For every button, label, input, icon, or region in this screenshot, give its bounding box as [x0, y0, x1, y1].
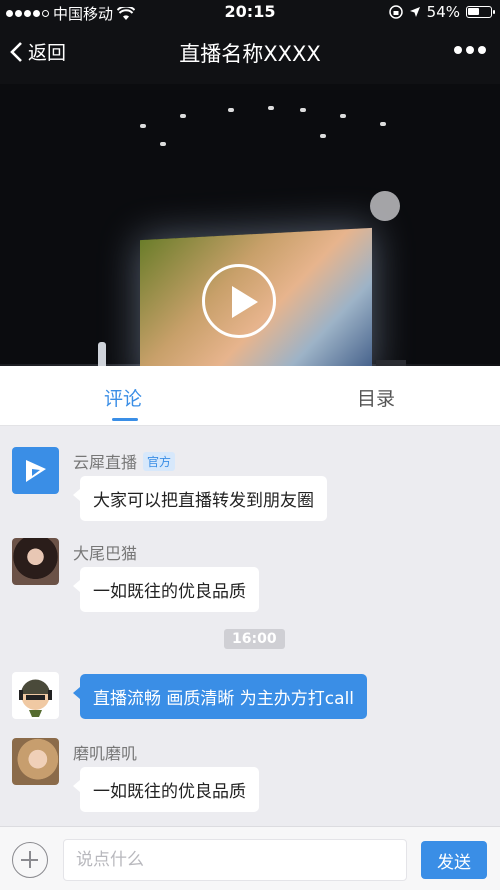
comment-input[interactable] — [63, 839, 407, 881]
more-dot-icon — [454, 46, 462, 54]
battery-icon — [466, 6, 495, 18]
active-tab-indicator — [112, 418, 138, 421]
comment-username: 大尾巴猫 — [73, 544, 138, 563]
yunxi-logo-icon — [26, 460, 46, 482]
soldier-avatar-icon — [19, 679, 52, 717]
top-bar: 中国移动 20:15 54% 返回 直播名称XXXX — [0, 0, 500, 84]
location-arrow-icon — [409, 7, 420, 17]
tab-comments[interactable]: 评论 — [104, 384, 142, 411]
play-icon[interactable] — [202, 264, 276, 338]
page-title: 直播名称XXXX — [179, 42, 321, 66]
add-icon[interactable] — [12, 842, 48, 878]
tab-catalog[interactable]: 目录 — [357, 384, 395, 411]
official-badge: 官方 — [143, 451, 176, 471]
floating-control-dot[interactable] — [370, 191, 400, 221]
battery-percent: 54% — [426, 3, 460, 21]
navigation-bar: 返回 直播名称XXXX — [0, 28, 500, 78]
avatar — [12, 672, 59, 719]
comment-input-bar: 发送 — [0, 826, 500, 890]
tab-bar: 评论 目录 — [0, 366, 500, 426]
rotation-lock-icon — [388, 5, 403, 19]
send-button[interactable]: 发送 — [421, 841, 487, 879]
avatar — [12, 447, 59, 494]
more-options-button[interactable] — [454, 46, 486, 54]
avatar — [12, 738, 59, 785]
avatar — [12, 538, 59, 585]
timestamp-divider: 16:00 — [224, 629, 285, 649]
comment-username: 磨叽磨叽 — [73, 744, 138, 763]
status-bar: 中国移动 20:15 54% — [0, 0, 500, 24]
comment-bubble: 直播流畅 画质清晰 为主办方打call — [72, 674, 368, 719]
comment-bubble: 一如既往的优良品质 — [73, 767, 259, 812]
comment-username: 云犀直播 — [73, 453, 138, 472]
comment-bubble: 大家可以把直播转发到朋友圈 — [73, 476, 327, 521]
video-player[interactable] — [0, 84, 500, 366]
comment-list[interactable]: 云犀直播 官方 大家可以把直播转发到朋友圈 大尾巴猫 一如既往的优良品质 16:… — [0, 427, 500, 825]
comment-bubble: 一如既往的优良品质 — [73, 567, 259, 612]
